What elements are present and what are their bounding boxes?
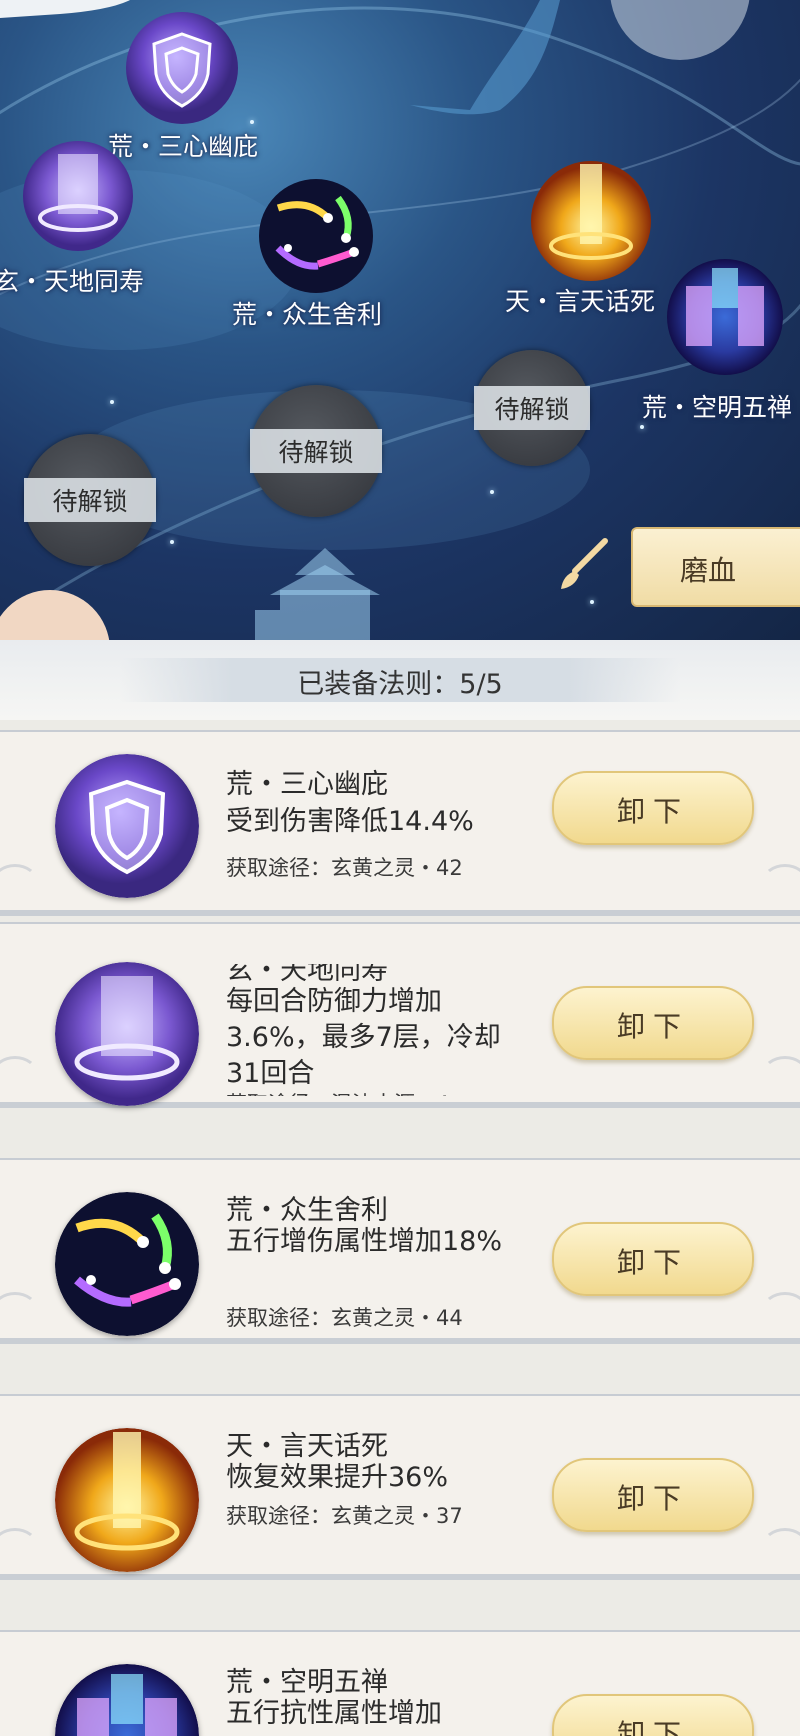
golden-light-icon	[55, 1428, 199, 1572]
law-source: 获取途径：玄黄之灵・44	[226, 1306, 463, 1330]
law-card: 荒・空明五禅 五行抗性属性增加 卸下	[0, 1630, 800, 1736]
star-sparkle	[170, 540, 174, 544]
cloud-ornament	[762, 1056, 800, 1092]
law-card: 天・言天话死 恢复效果提升36% 获取途径：玄黄之灵・37 卸下	[0, 1394, 800, 1580]
brush-icon[interactable]	[553, 535, 613, 595]
equipped-label: 已装备法则：	[297, 669, 460, 700]
grind-button[interactable]: 磨血	[631, 527, 800, 607]
law-card: 玄・天地同寿 每回合防御力增加3.6%，最多7层，冷却31回合 获取途径：混沌本…	[0, 922, 800, 1108]
law-card-text: 荒・空明五禅 五行抗性属性增加	[226, 1632, 516, 1736]
cloud-ornament	[762, 1292, 800, 1328]
comets-icon	[259, 179, 373, 293]
star-sparkle	[590, 600, 594, 604]
law-name: 荒・众生舍利	[226, 1195, 388, 1226]
shield-icon	[126, 12, 238, 124]
law-card-icon	[55, 1664, 199, 1736]
law-effect: 受到伤害降低14.4%	[226, 806, 474, 837]
locked-label: 待解锁	[250, 429, 382, 473]
equipped-count: 5/5	[459, 669, 503, 700]
cloud-ornament	[0, 1528, 38, 1564]
crystal-gate-icon	[55, 1664, 199, 1736]
shield-icon	[55, 754, 199, 898]
law-effect: 每回合防御力增加3.6%，最多7层，冷却31回合	[226, 986, 501, 1089]
star-sparkle	[640, 425, 644, 429]
cloud-ornament	[0, 1292, 38, 1328]
unequip-label: 卸下	[616, 1010, 689, 1043]
law-source: 获取途径：玄黄之灵・42	[226, 856, 463, 880]
law-source: 获取途径：混沌本源・4	[226, 1088, 449, 1096]
law-effect: 五行抗性属性增加	[226, 1698, 442, 1729]
star-node-label: 荒・空明五禅	[642, 393, 793, 422]
star-sparkle	[110, 400, 114, 404]
star-node-comets[interactable]	[258, 178, 374, 294]
golden-light-icon	[531, 161, 651, 281]
cloud-ornament	[762, 864, 800, 900]
cloud-ornament	[0, 1056, 38, 1092]
law-card-icon	[55, 962, 199, 1106]
locked-node[interactable]: 待解锁	[474, 350, 590, 466]
law-card-text: 荒・三心幽庇 受到伤害降低14.4% 获取途径：玄黄之灵・42	[226, 732, 516, 912]
pillar-portal-icon	[23, 141, 133, 251]
cloud-ornament	[762, 1528, 800, 1564]
cloud-ornament	[0, 864, 38, 900]
law-card-text: 玄・天地同寿 每回合防御力增加3.6%，最多7层，冷却31回合 获取途径：混沌本…	[226, 964, 516, 1096]
locked-node[interactable]: 待解锁	[250, 385, 382, 517]
equipped-law-list[interactable]: 荒・三心幽庇 受到伤害降低14.4% 获取途径：玄黄之灵・42 卸下 玄・天地同…	[0, 730, 800, 1736]
law-name: 荒・空明五禅	[226, 1667, 388, 1698]
law-effect: 恢复效果提升36%	[226, 1462, 449, 1493]
unequip-label: 卸下	[616, 1482, 689, 1515]
equipped-header: 已装备法则：5/5	[0, 640, 800, 720]
law-source: 获取途径：玄黄之灵・37	[226, 1504, 463, 1528]
star-node-pillar[interactable]	[22, 140, 134, 252]
law-card-icon	[55, 754, 199, 898]
unequip-label: 卸下	[616, 1718, 689, 1736]
law-card-icon	[55, 1428, 199, 1572]
law-name: 天・言天话死	[226, 1431, 388, 1462]
locked-label: 待解锁	[474, 386, 590, 430]
equipped-count-text: 已装备法则：5/5	[0, 662, 800, 701]
pillar-portal-icon	[55, 962, 199, 1106]
unequip-label: 卸下	[616, 1246, 689, 1279]
law-card: 荒・众生舍利 五行增伤属性增加18% 获取途径：玄黄之灵・44 卸下	[0, 1158, 800, 1344]
unequip-button[interactable]: 卸下	[552, 1694, 754, 1736]
law-card: 荒・三心幽庇 受到伤害降低14.4% 获取途径：玄黄之灵・42 卸下	[0, 730, 800, 916]
locked-node[interactable]: 待解锁	[24, 434, 156, 566]
law-effect: 五行增伤属性增加18%	[226, 1226, 503, 1257]
star-node-label: 荒・众生舍利	[232, 300, 383, 329]
star-node-label: 玄・天地同寿	[0, 267, 145, 296]
unequip-button[interactable]: 卸下	[552, 1458, 754, 1532]
law-star-map: 荒・三心幽庇 玄・天地同寿 荒・众生舍利 天・言天话死 荒・空明五禅 待解锁 待…	[0, 0, 800, 640]
crystal-gate-icon	[667, 259, 783, 375]
law-card-icon	[55, 1192, 199, 1336]
law-name: 荒・三心幽庇	[226, 769, 388, 800]
star-sparkle	[250, 120, 254, 124]
unequip-button[interactable]: 卸下	[552, 1222, 754, 1296]
law-card-text: 荒・众生舍利 五行增伤属性增加18% 获取途径：玄黄之灵・44	[226, 1160, 516, 1340]
star-sparkle	[490, 490, 494, 494]
law-card-text: 天・言天话死 恢复效果提升36% 获取途径：玄黄之灵・37	[226, 1396, 516, 1576]
unequip-button[interactable]: 卸下	[552, 771, 754, 845]
unequip-label: 卸下	[616, 795, 689, 828]
comets-icon	[55, 1192, 199, 1336]
star-node-golden[interactable]	[530, 160, 652, 282]
star-node-crystal[interactable]	[666, 258, 784, 376]
star-node-shield[interactable]	[124, 10, 240, 126]
locked-label: 待解锁	[24, 478, 156, 522]
unequip-button[interactable]: 卸下	[552, 986, 754, 1060]
grind-button-label: 磨血	[679, 554, 736, 587]
star-node-label: 天・言天话死	[505, 287, 656, 316]
